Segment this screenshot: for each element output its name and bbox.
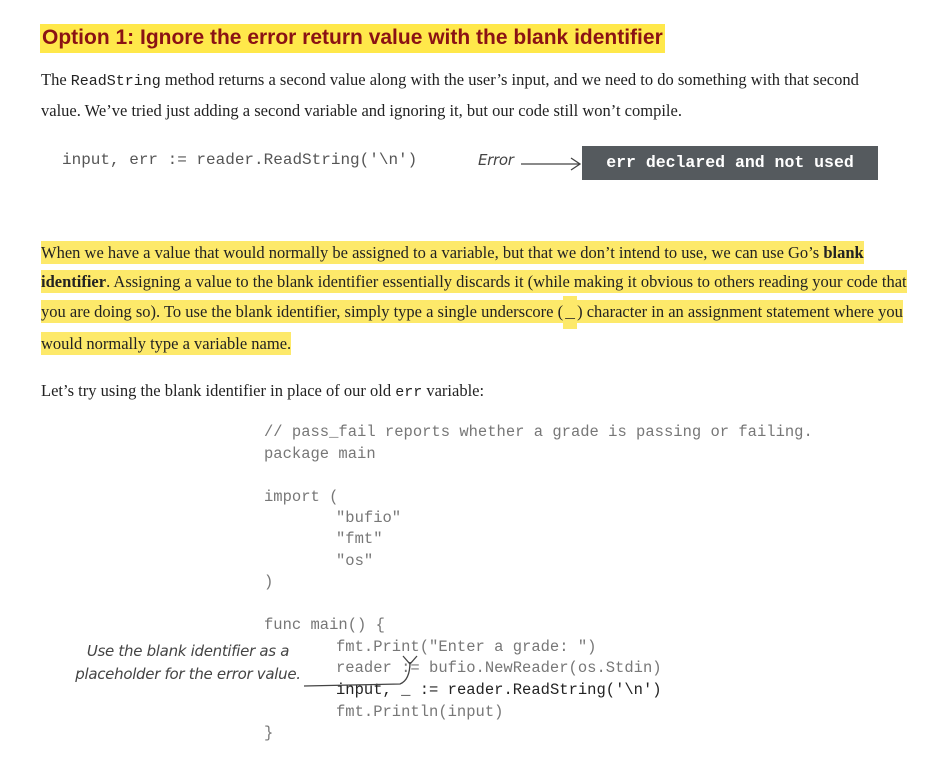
code-package: package main xyxy=(264,445,376,463)
try-text-2: variable: xyxy=(422,381,485,400)
compiler-error-message: err declared and not used xyxy=(582,146,878,180)
code-println-line: fmt.Println(input) xyxy=(336,703,504,721)
try-paragraph: Let’s try using the blank identifier in … xyxy=(41,376,901,407)
error-arrow-icon xyxy=(521,157,582,171)
intro-paragraph: The ReadString method returns a second v… xyxy=(41,65,901,125)
section-heading: Option 1: Ignore the error return value … xyxy=(40,24,665,53)
intro-inline-code: ReadString xyxy=(70,73,161,90)
code-import-open: import ( xyxy=(264,488,339,506)
error-label: Error xyxy=(478,151,514,169)
code-import-bufio: "bufio" xyxy=(336,509,402,527)
intro-text-1: The xyxy=(41,70,71,89)
blank-identifier-paragraph: When we have a value that would normally… xyxy=(41,238,911,358)
annotation-arrow-icon xyxy=(303,655,418,687)
code-read-call: := reader.ReadString('\n') xyxy=(410,681,662,699)
code-import-fmt: "fmt" xyxy=(336,530,383,548)
code-close-brace: } xyxy=(264,724,274,742)
underscore-character: _ xyxy=(563,296,578,329)
intro-text-2: method returns a second value along with… xyxy=(41,70,859,120)
code-comment: // pass_fail reports whether a grade is … xyxy=(264,423,813,441)
code-func-main: func main() { xyxy=(264,616,385,634)
code-import-os: "os" xyxy=(336,552,374,570)
example-code-line: input, err := reader.ReadString('\n') xyxy=(62,151,418,169)
blank-text-1: When we have a value that would normally… xyxy=(41,241,824,264)
margin-annotation: Use the blank identifier as a placeholde… xyxy=(75,642,301,683)
code-import-close: ) xyxy=(264,573,274,591)
try-inline-code: err xyxy=(395,384,423,401)
try-text-1: Let’s try using the blank identifier in … xyxy=(41,381,396,400)
